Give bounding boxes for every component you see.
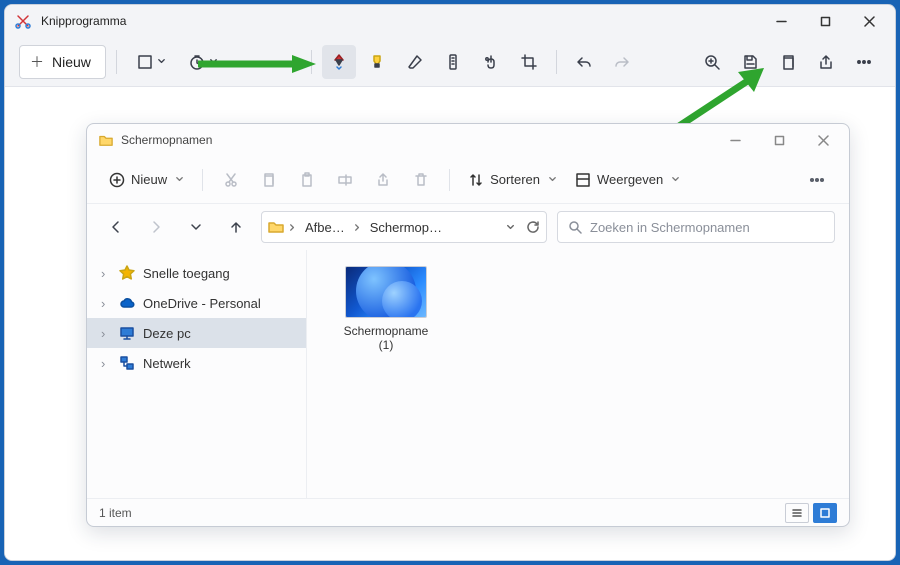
maximize-button[interactable] (803, 6, 847, 36)
copy-button[interactable] (251, 163, 287, 197)
more-button[interactable] (847, 45, 881, 79)
snip-mode-dropdown[interactable] (127, 45, 175, 79)
undo-button[interactable] (567, 45, 601, 79)
toolbar: ＋ Nieuw (5, 37, 895, 87)
copy-button[interactable] (771, 45, 805, 79)
redo-button[interactable] (605, 45, 639, 79)
nav-label: Netwerk (143, 356, 191, 371)
file-name-line1: Schermopname (344, 324, 429, 338)
file-item[interactable]: Schermopname (1) (331, 266, 441, 352)
folder-icon (99, 133, 113, 147)
share-button[interactable] (809, 45, 843, 79)
monitor-icon (119, 325, 135, 341)
address-bar[interactable]: Afbe… Schermop… (261, 211, 547, 243)
search-icon (568, 220, 582, 234)
paste-button[interactable] (289, 163, 325, 197)
delete-button[interactable] (403, 163, 439, 197)
details-view-button[interactable] (785, 503, 809, 523)
status-text: 1 item (99, 506, 132, 520)
breadcrumb-seg-2[interactable]: Schermop… (366, 218, 446, 237)
view-label: Weergeven (597, 172, 663, 187)
share-button[interactable] (365, 163, 401, 197)
file-list[interactable]: Schermopname (1) (307, 250, 849, 498)
thumbnails-view-button[interactable] (813, 503, 837, 523)
plus-icon: ＋ (30, 52, 44, 72)
nav-this-pc[interactable]: › Deze pc (87, 318, 306, 348)
chevron-right-icon: › (101, 266, 111, 281)
app-title: Knipprogramma (41, 14, 759, 28)
status-bar: 1 item (87, 498, 849, 526)
network-icon (119, 355, 135, 371)
file-explorer-window: Schermopnamen Nieuw Sorteren Weergeven (86, 123, 850, 527)
save-button[interactable] (733, 45, 767, 79)
explorer-titlebar[interactable]: Schermopnamen (87, 124, 849, 156)
view-button[interactable]: Weergeven (567, 163, 688, 197)
zoom-button[interactable] (695, 45, 729, 79)
folder-icon (268, 219, 284, 235)
file-thumbnail (345, 266, 427, 318)
cut-button[interactable] (213, 163, 249, 197)
explorer-address-row: Afbe… Schermop… Zoeken in Schermopnamen (87, 204, 849, 250)
nav-network[interactable]: › Netwerk (87, 348, 306, 378)
file-name-line2: (1) (344, 338, 429, 352)
nav-onedrive[interactable]: › OneDrive - Personal (87, 288, 306, 318)
sort-label: Sorteren (490, 172, 540, 187)
explorer-close-button[interactable] (801, 125, 845, 155)
nav-forward-button[interactable] (141, 212, 171, 242)
ruler-tool-button[interactable] (436, 45, 470, 79)
crop-tool-button[interactable] (512, 45, 546, 79)
explorer-title: Schermopnamen (121, 133, 713, 147)
pen-tool-button[interactable] (322, 45, 356, 79)
search-box[interactable]: Zoeken in Schermopnamen (557, 211, 835, 243)
new-button-label: Nieuw (52, 54, 91, 70)
highlighter-tool-button[interactable] (360, 45, 394, 79)
explorer-minimize-button[interactable] (713, 125, 757, 155)
app-icon (15, 13, 31, 29)
separator (116, 50, 117, 74)
explorer-maximize-button[interactable] (757, 125, 801, 155)
nav-recent-button[interactable] (181, 212, 211, 242)
explorer-more-button[interactable] (799, 163, 835, 197)
rename-button[interactable] (327, 163, 363, 197)
titlebar[interactable]: Knipprogramma (5, 5, 895, 37)
search-placeholder: Zoeken in Schermopnamen (590, 220, 750, 235)
nav-label: Deze pc (143, 326, 191, 341)
separator (556, 50, 557, 74)
breadcrumb-seg-1[interactable]: Afbe… (301, 218, 349, 237)
eraser-tool-button[interactable] (398, 45, 432, 79)
touch-writing-button[interactable] (474, 45, 508, 79)
star-icon (119, 265, 135, 281)
navigation-pane: › Snelle toegang › OneDrive - Personal ›… (87, 250, 307, 498)
nav-back-button[interactable] (101, 212, 131, 242)
explorer-new-label: Nieuw (131, 172, 167, 187)
close-button[interactable] (847, 6, 891, 36)
sort-button[interactable]: Sorteren (460, 163, 565, 197)
minimize-button[interactable] (759, 6, 803, 36)
explorer-command-bar: Nieuw Sorteren Weergeven (87, 156, 849, 204)
explorer-new-button[interactable]: Nieuw (101, 163, 192, 197)
delay-dropdown[interactable] (179, 45, 227, 79)
nav-label: Snelle toegang (143, 266, 230, 281)
nav-label: OneDrive - Personal (143, 296, 261, 311)
nav-up-button[interactable] (221, 212, 251, 242)
separator (311, 50, 312, 74)
new-button[interactable]: ＋ Nieuw (19, 45, 106, 79)
refresh-icon[interactable] (526, 220, 540, 234)
nav-quick-access[interactable]: › Snelle toegang (87, 258, 306, 288)
cloud-icon (119, 295, 135, 311)
